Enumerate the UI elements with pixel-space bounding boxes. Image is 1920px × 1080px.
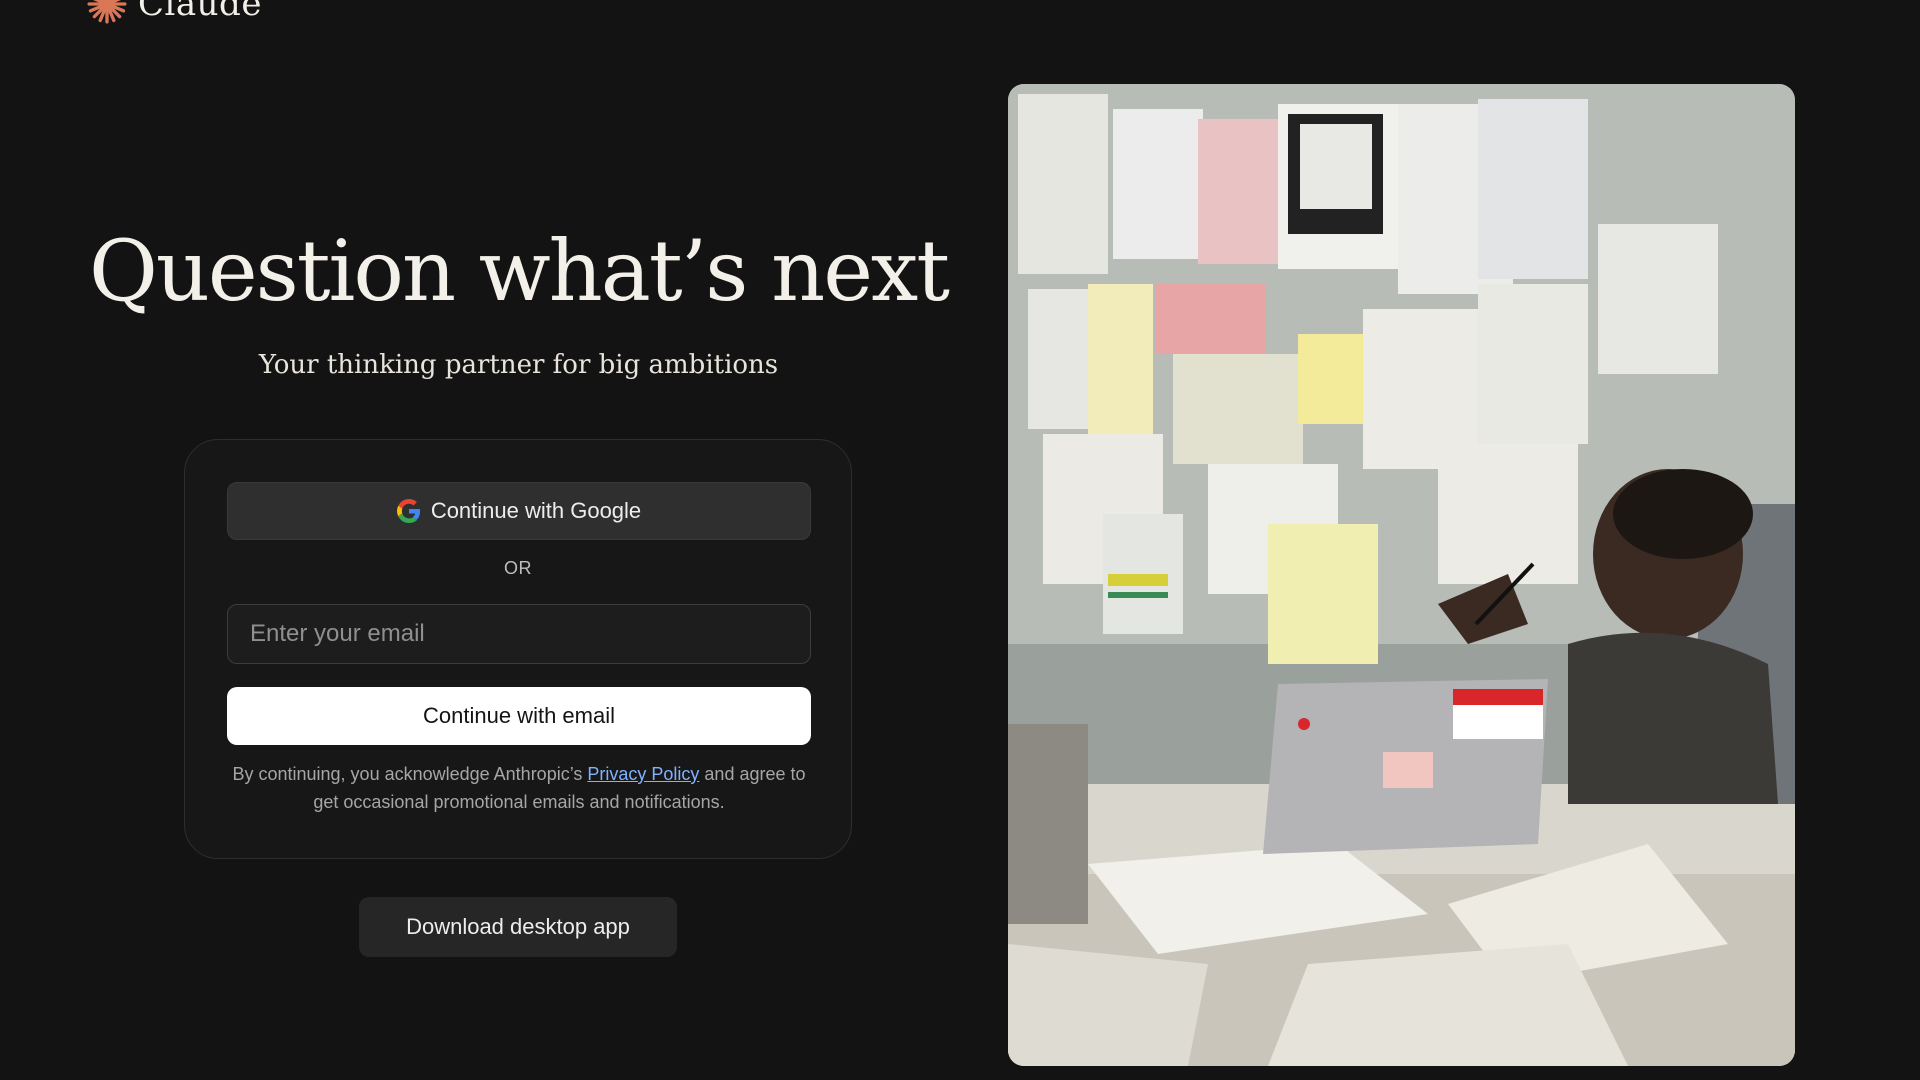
brand-name: Claude [138,0,262,24]
claude-spark-icon [87,0,127,24]
legal-prefix: By continuing, you acknowledge Anthropic… [232,764,588,784]
download-desktop-app-button[interactable]: Download desktop app [359,897,677,957]
page-headline: Question what’s next [88,222,950,320]
brand-logo[interactable]: Claude [86,0,262,24]
login-card: Continue with Google OR Continue with em… [184,439,852,859]
hero-photo [1008,84,1795,1066]
continue-with-google-button[interactable]: Continue with Google [227,482,811,540]
laptop [1263,679,1548,854]
privacy-policy-link[interactable]: Privacy Policy [587,764,699,784]
google-button-label: Continue with Google [430,498,642,523]
or-divider: OR [504,558,532,578]
download-button-label: Download desktop app [406,914,630,939]
hero-photo-illustration [1008,84,1795,1066]
google-icon [396,499,420,523]
email-input[interactable] [227,604,811,664]
email-button-label: Continue with email [423,703,615,728]
legal-notice: By continuing, you acknowledge Anthropic… [219,760,819,816]
continue-with-email-button[interactable]: Continue with email [227,687,811,745]
page-subheadline: Your thinking partner for big ambitions [258,350,779,380]
